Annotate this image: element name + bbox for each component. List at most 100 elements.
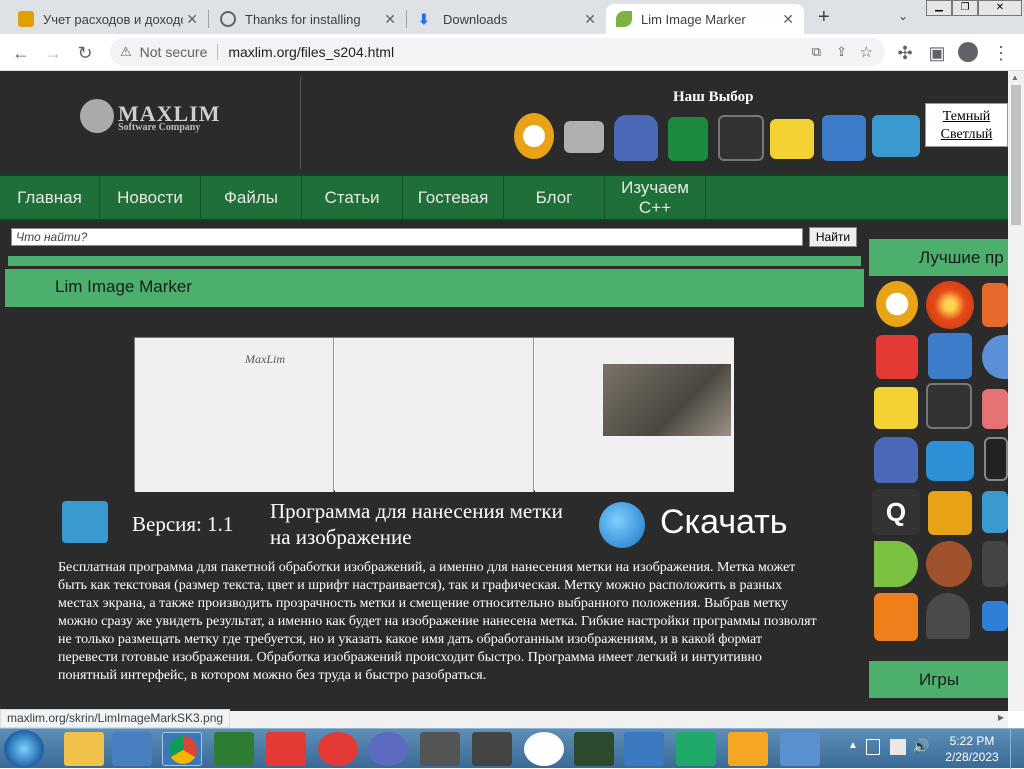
show-desktop-button[interactable]: [1010, 729, 1024, 769]
screenshot-2[interactable]: [335, 338, 534, 492]
tab-downloads[interactable]: ⬇ Downloads ✕: [408, 4, 606, 34]
close-icon[interactable]: ✕: [584, 11, 596, 28]
sidebar-businessman-icon[interactable]: [926, 593, 970, 639]
download-manager-icon[interactable]: [266, 732, 306, 766]
chrome-icon[interactable]: [162, 732, 202, 766]
theme-dark-link[interactable]: Темный: [926, 108, 1007, 126]
sidebar-sticky-notes-icon[interactable]: [874, 387, 918, 429]
sidebar-penguin-icon[interactable]: [982, 541, 1008, 587]
alarm-clock-icon[interactable]: [514, 113, 554, 159]
tab-expenses[interactable]: Учет расходов и доходов ✕: [8, 4, 208, 34]
share-icon[interactable]: ⇪: [836, 44, 847, 60]
sidebar-disc-burner-icon[interactable]: [926, 281, 974, 329]
vertical-scrollbar[interactable]: ▲: [1008, 71, 1024, 711]
yandex-browser-icon[interactable]: [524, 732, 564, 766]
sidebar-image-add-icon[interactable]: [928, 491, 972, 535]
horizontal-scrollbar[interactable]: ▶: [230, 711, 1008, 728]
app-screenshots[interactable]: MaxLim: [134, 337, 734, 492]
download-link[interactable]: Скачать: [660, 503, 788, 542]
scrollbar-thumb[interactable]: [1011, 85, 1021, 225]
volume-icon[interactable]: 🔊: [912, 738, 929, 755]
screenshot-1[interactable]: MaxLim: [135, 338, 334, 492]
sticky-notes-icon[interactable]: [770, 119, 814, 159]
sidebar-palette-icon[interactable]: [926, 541, 972, 587]
keyboard-icon[interactable]: [564, 121, 604, 153]
show-hidden-icons[interactable]: ▲: [848, 740, 858, 751]
sidebar-character-icon[interactable]: [982, 389, 1008, 429]
sidebar-flip-clock-icon[interactable]: [926, 383, 972, 429]
usb-icon[interactable]: [668, 117, 708, 161]
reload-icon[interactable]: ↻: [74, 42, 96, 64]
tab-thanks[interactable]: Thanks for installing ✕: [210, 4, 406, 34]
sidebar-address-book-icon[interactable]: [928, 333, 972, 379]
sidebar-lock-icon[interactable]: [874, 437, 918, 483]
nav-item-guestbook[interactable]: Гостевая: [403, 176, 504, 219]
close-window-icon[interactable]: ✕: [978, 0, 1022, 16]
screenshot-3[interactable]: [535, 338, 734, 492]
profile-avatar-icon[interactable]: [958, 42, 978, 62]
yandex-icon[interactable]: [318, 732, 358, 766]
restore-icon[interactable]: ❐: [952, 0, 978, 16]
box-icon[interactable]: [676, 732, 716, 766]
gamepad-icon[interactable]: [368, 732, 408, 766]
back-arrow-icon[interactable]: ←: [10, 42, 32, 64]
scroll-up-icon[interactable]: ▲: [1011, 73, 1019, 82]
address-book-icon[interactable]: [822, 115, 866, 161]
lock-icon[interactable]: [614, 115, 658, 161]
nav-item-home[interactable]: Главная: [0, 176, 100, 219]
side-panel-icon[interactable]: ▣: [926, 42, 948, 64]
image-marker-icon[interactable]: [872, 115, 920, 157]
download-globe-icon[interactable]: [599, 502, 645, 548]
flip-clock-icon[interactable]: [718, 115, 764, 161]
extensions-icon[interactable]: ✣: [894, 42, 916, 64]
tab-label: Downloads: [443, 11, 508, 27]
start-button-icon[interactable]: [4, 730, 44, 768]
sidebar-sync-icon[interactable]: [982, 335, 1008, 379]
forward-arrow-icon[interactable]: →: [42, 42, 64, 64]
sidebar-green-arrow-icon[interactable]: [874, 541, 918, 587]
sidebar-image-marker-icon[interactable]: [982, 491, 1008, 533]
sidebar-document-icon[interactable]: [874, 593, 918, 641]
sidebar-camera-icon[interactable]: [926, 441, 974, 481]
action-center-icon[interactable]: [866, 739, 880, 755]
sidebar-alarm-clock-icon[interactable]: [876, 281, 918, 327]
windows-app-icon[interactable]: [624, 732, 664, 766]
nav-item-news[interactable]: Новости: [100, 176, 201, 219]
close-icon[interactable]: ✕: [186, 11, 198, 28]
csharp-icon[interactable]: [214, 732, 254, 766]
minimize-icon[interactable]: ▁: [926, 0, 952, 16]
nav-item-files[interactable]: Файлы: [201, 176, 302, 219]
sidebar-q-icon[interactable]: Q: [872, 489, 920, 535]
terminal-icon[interactable]: [574, 732, 614, 766]
sidebar-archive-icon[interactable]: [982, 283, 1008, 327]
maxlim-logo-icon[interactable]: [80, 99, 114, 133]
sidebar-monitor-icon[interactable]: [984, 437, 1008, 481]
explorer-icon[interactable]: [64, 732, 104, 766]
address-bar[interactable]: ⚠ Not secure maxlim.org/files_s204.html …: [110, 38, 885, 66]
sidebar-calendar-icon[interactable]: [876, 335, 918, 379]
new-tab-button[interactable]: +: [818, 6, 830, 29]
search-button[interactable]: Найти: [809, 227, 857, 247]
nav-item-articles[interactable]: Статьи: [302, 176, 403, 219]
sidebar-car-icon[interactable]: [982, 601, 1008, 631]
tanks-icon[interactable]: [420, 732, 460, 766]
tab-lim-image-marker[interactable]: Lim Image Marker ✕: [606, 4, 804, 34]
close-icon[interactable]: ✕: [384, 11, 396, 28]
search-input[interactable]: Что найти?: [11, 228, 803, 246]
clock[interactable]: 5:22 PM 2/28/2023: [944, 733, 1000, 765]
media-player-icon[interactable]: [112, 732, 152, 766]
menu-dots-icon[interactable]: ⋮: [990, 42, 1012, 64]
warning-icon[interactable]: ⚠: [120, 44, 132, 60]
d3-icon[interactable]: [728, 732, 768, 766]
close-icon[interactable]: ✕: [782, 11, 794, 28]
network-icon[interactable]: [890, 739, 906, 755]
translate-icon[interactable]: ⧉: [812, 44, 821, 60]
installer-icon[interactable]: [780, 732, 820, 766]
bookmark-star-icon[interactable]: ☆: [860, 43, 873, 61]
scroll-right-icon[interactable]: ▶: [998, 713, 1004, 722]
theme-light-link[interactable]: Светлый: [926, 126, 1007, 144]
nav-item-blog[interactable]: Блог: [504, 176, 605, 219]
warships-icon[interactable]: [472, 732, 512, 766]
tab-search-icon[interactable]: ⌄: [898, 9, 908, 23]
nav-item-cpp[interactable]: Изучаем C++: [605, 176, 706, 219]
